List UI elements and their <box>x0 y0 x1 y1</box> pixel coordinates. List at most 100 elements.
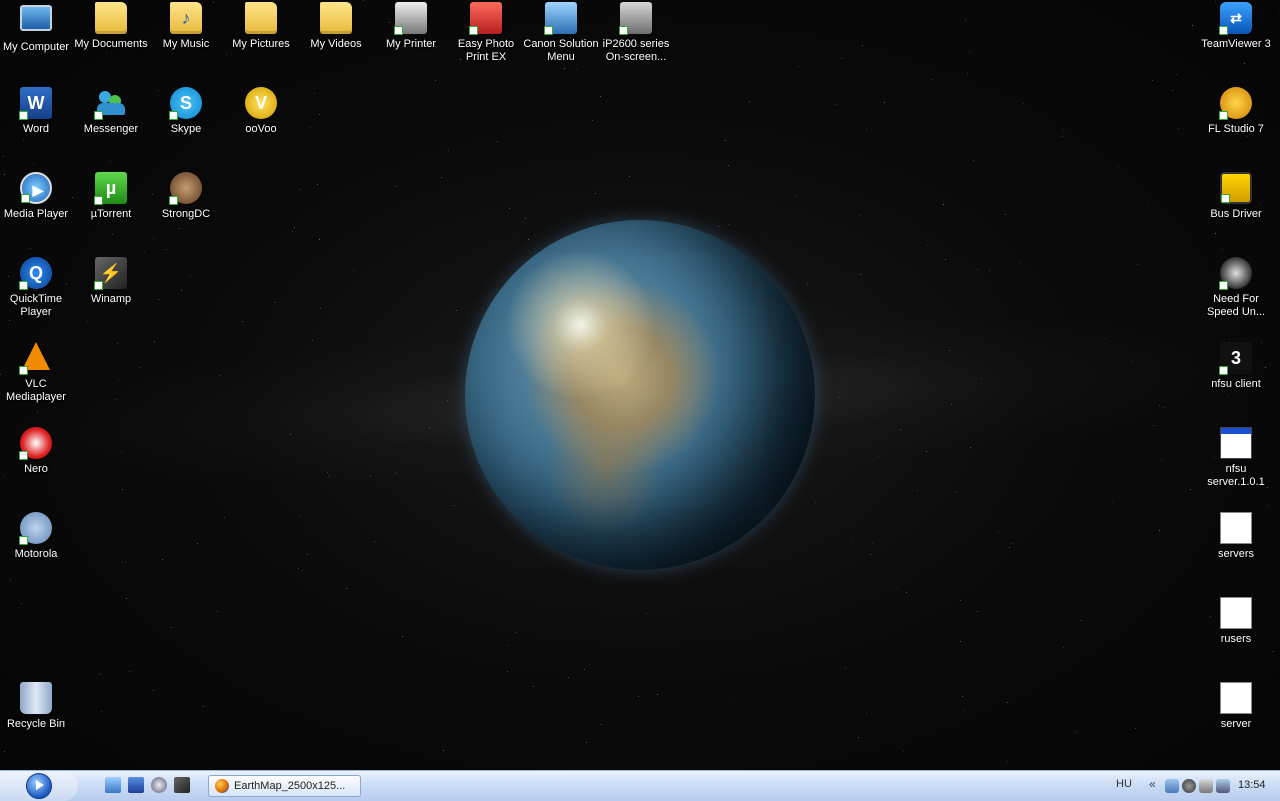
star <box>949 350 950 351</box>
star <box>962 696 963 697</box>
start-button[interactable] <box>0 771 78 801</box>
star <box>509 208 510 209</box>
star <box>307 554 308 555</box>
desktop-icon-my-documents[interactable]: My Documents <box>73 2 149 51</box>
desktop-icon-skype[interactable]: S Skype <box>148 87 224 136</box>
desktop-icon-easy-photo-print[interactable]: Easy Photo Print EX <box>448 2 524 64</box>
star <box>294 227 295 228</box>
desktop-icon-canon-solution-menu[interactable]: Canon Solution Menu <box>523 2 599 64</box>
desktop-icon-server[interactable]: server <box>1198 682 1274 731</box>
clock[interactable]: 13:54 <box>1238 779 1266 791</box>
star <box>866 129 867 130</box>
my-documents-icon <box>95 2 127 34</box>
desktop-icon-vlc[interactable]: VLC Mediaplayer <box>0 342 74 404</box>
desktop-icon-rusers[interactable]: rusers <box>1198 597 1274 646</box>
show-desktop-icon[interactable] <box>105 777 121 793</box>
star <box>1192 25 1193 26</box>
star <box>1131 361 1132 362</box>
star <box>319 239 320 240</box>
desktop-icon-messenger[interactable]: Messenger <box>73 87 149 136</box>
system-tray: HU « 13:54 <box>1110 771 1280 801</box>
desktop-icon-my-music[interactable]: ♪ My Music <box>148 2 224 51</box>
star <box>967 73 968 74</box>
desktop-icon-servers[interactable]: servers <box>1198 512 1274 561</box>
oovoo-icon: V <box>245 87 277 119</box>
star <box>139 367 140 368</box>
star <box>629 176 630 177</box>
star <box>729 701 730 702</box>
desktop-icon-my-computer[interactable]: My Computer <box>0 2 74 54</box>
desktop-icon-nero[interactable]: Nero <box>0 427 74 476</box>
language-indicator[interactable]: HU <box>1116 778 1132 790</box>
star <box>1164 407 1165 408</box>
desktop-icon-teamviewer[interactable]: ⇄ TeamViewer 3 <box>1198 2 1274 51</box>
chevron-left-icon[interactable]: « <box>1149 777 1156 791</box>
desktop-icon-fl-studio[interactable]: FL Studio 7 <box>1198 87 1274 136</box>
desktop-icon-recycle-bin[interactable]: Recycle Bin <box>0 682 74 731</box>
star <box>242 321 243 322</box>
star <box>153 238 154 239</box>
star <box>960 641 961 642</box>
star <box>965 19 966 20</box>
desktop-icon-strongdc[interactable]: StrongDC <box>148 172 224 221</box>
star <box>917 490 918 491</box>
desktop-icon-motorola[interactable]: Motorola <box>0 512 74 561</box>
need-for-speed-icon <box>1219 257 1252 290</box>
star <box>1159 530 1160 531</box>
desktop-icon-quicktime[interactable]: Q QuickTime Player <box>0 257 74 319</box>
star <box>1222 249 1223 250</box>
taskbar-button-earthmap[interactable]: EarthMap_2500x125... <box>208 775 361 797</box>
desktop-icon-oovoo[interactable]: V ooVoo <box>223 87 299 136</box>
network-icon[interactable] <box>1165 779 1179 793</box>
desktop-icon-my-printer[interactable]: My Printer <box>373 2 449 51</box>
star <box>507 645 508 646</box>
desktop-icon-nfsu-client[interactable]: 3 nfsu client <box>1198 342 1274 391</box>
star <box>101 711 102 712</box>
desktop-icon-my-pictures[interactable]: My Pictures <box>223 2 299 51</box>
desktop-icon-utorrent[interactable]: µ µTorrent <box>73 172 149 221</box>
tray-app-icon[interactable] <box>1182 779 1196 793</box>
desktop-icon-nfsu-server[interactable]: nfsu server.1.0.1 <box>1198 427 1274 489</box>
skype-icon: S <box>169 87 202 120</box>
vlc-icon <box>19 342 52 375</box>
star <box>973 160 974 161</box>
star <box>395 186 396 187</box>
desktop-icon-bus-driver[interactable]: Bus Driver <box>1198 172 1274 221</box>
star <box>1273 651 1274 652</box>
ip2600-icon <box>619 2 652 35</box>
star <box>441 177 442 178</box>
star <box>203 706 204 707</box>
star <box>456 310 457 311</box>
volume-icon[interactable] <box>1216 779 1230 793</box>
desktop-icon-media-player[interactable]: ▶ Media Player <box>0 172 74 221</box>
star <box>443 750 444 751</box>
star <box>374 541 375 542</box>
star <box>310 127 311 128</box>
star <box>370 475 371 476</box>
desktop-icon-ip2600[interactable]: iP2600 series On-screen... <box>598 2 674 64</box>
star <box>226 54 227 55</box>
save-icon[interactable] <box>128 777 144 793</box>
desktop-icon-winamp[interactable]: ⚡ Winamp <box>73 257 149 306</box>
desktop-icon-need-for-speed[interactable]: Need For Speed Un... <box>1198 257 1274 319</box>
star <box>346 588 347 589</box>
star <box>220 375 221 376</box>
printer-icon[interactable] <box>1199 779 1213 793</box>
desktop-icon-my-videos[interactable]: My Videos <box>298 2 374 51</box>
quicktime-icon: Q <box>19 257 52 290</box>
star <box>1159 405 1160 406</box>
star <box>21 603 22 604</box>
media-player-icon[interactable] <box>151 777 167 793</box>
star <box>87 321 88 322</box>
star <box>859 215 860 216</box>
star <box>977 269 978 270</box>
star <box>860 274 861 275</box>
star <box>657 694 658 695</box>
star <box>363 0 364 1</box>
star <box>815 502 816 503</box>
desktop-icon-word[interactable]: W Word <box>0 87 74 136</box>
winamp-icon[interactable] <box>174 777 190 793</box>
star <box>507 671 508 672</box>
star <box>1009 547 1010 548</box>
star <box>33 163 34 164</box>
